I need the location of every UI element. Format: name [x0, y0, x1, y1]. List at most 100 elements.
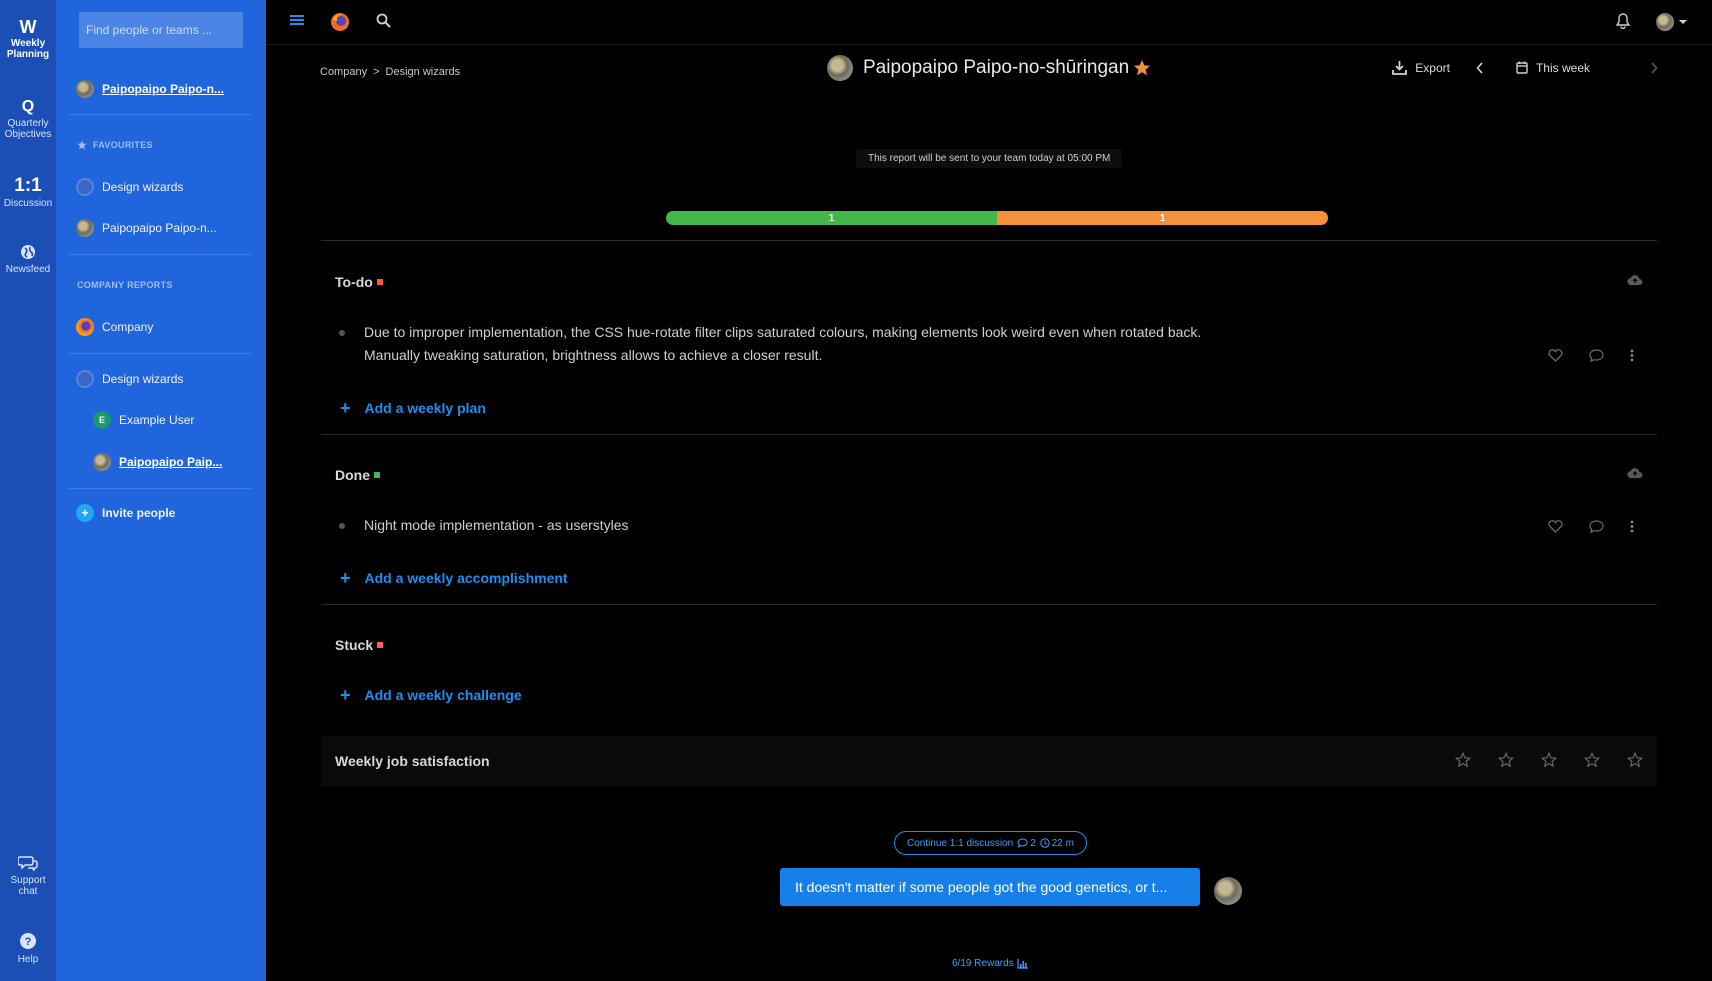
rail-support-chat[interactable]: Support chat	[0, 855, 56, 897]
rating-star-3-icon[interactable]	[1541, 752, 1557, 768]
add-weekly-plan-label: Add a weekly plan	[364, 400, 486, 416]
sidebar-favourite-user[interactable]: Paipopaipo Paipo-n...	[76, 216, 252, 240]
rating-star-2-icon[interactable]	[1498, 752, 1514, 768]
todo-item[interactable]: Due to improper implementation, the CSS …	[364, 321, 1201, 367]
more-options-icon[interactable]	[1630, 349, 1634, 362]
comment-icon[interactable]	[1589, 349, 1604, 362]
invite-label: Invite people	[102, 506, 176, 520]
like-heart-icon[interactable]	[1548, 349, 1563, 362]
todo-item-actions	[1548, 349, 1634, 362]
sidebar-item-label: Example User	[119, 413, 195, 427]
like-heart-icon[interactable]	[1548, 520, 1563, 533]
done-section-title: Done	[335, 467, 380, 483]
stuck-marker	[377, 642, 384, 648]
account-menu[interactable]	[1656, 13, 1688, 31]
bar-chart-icon	[1017, 958, 1028, 969]
sidebar-current-user[interactable]: Paipopaipo Paipo-n...	[76, 77, 252, 101]
weekly-planning-logo: W	[19, 17, 37, 37]
rail-quarterly-objectives[interactable]: Q Quarterly Objectives	[0, 96, 56, 140]
cloud-upload-icon[interactable]	[1627, 274, 1643, 286]
list-bullet	[339, 330, 345, 336]
stuck-section-title: Stuck	[335, 637, 384, 653]
more-options-icon[interactable]	[1630, 520, 1634, 533]
app-rail: W Weekly Planning Q Quarterly Objectives…	[0, 0, 56, 981]
comment-icon[interactable]	[1589, 520, 1604, 533]
company-reports-heading: COMPANY REPORTS	[77, 280, 173, 290]
svg-text:?: ?	[25, 936, 32, 948]
status-progress-bar: 1 1	[666, 211, 1328, 225]
search-icon[interactable]	[376, 13, 391, 33]
search-input[interactable]	[86, 23, 236, 37]
divider	[321, 604, 1657, 605]
previous-week-icon[interactable]	[1476, 61, 1484, 74]
discussion-icon: 1:1	[14, 175, 42, 196]
chat-bubbles-icon	[0, 855, 56, 871]
latest-message-bubble[interactable]: It doesn't matter if some people got the…	[780, 868, 1200, 906]
user-avatar	[93, 453, 111, 471]
rail-label-help: Help	[17, 954, 39, 965]
report-main: Company > Design wizards Paipopaipo Paip…	[266, 46, 1712, 981]
breadcrumb-separator: >	[373, 66, 380, 78]
invite-people-button[interactable]: + Invite people	[76, 501, 252, 525]
sidebar: Paipopaipo Paipo-n... FAVOURITES Design …	[56, 0, 266, 981]
notifications-bell-icon[interactable]	[1615, 13, 1631, 34]
add-weekly-plan-button[interactable]: + Add a weekly plan	[340, 399, 486, 417]
user-initial-avatar: E	[93, 411, 111, 429]
sidebar-member-current-user[interactable]: Paipopaipo Paip...	[93, 450, 253, 474]
rail-help[interactable]: ? Help	[0, 932, 56, 965]
add-weekly-accomplishment-label: Add a weekly accomplishment	[364, 570, 568, 586]
cloud-upload-icon[interactable]	[1627, 467, 1643, 479]
browser-logo-icon[interactable]	[330, 12, 350, 37]
export-label: Export	[1415, 60, 1450, 75]
people-search[interactable]	[79, 12, 243, 48]
week-selector[interactable]: This week	[1516, 61, 1590, 75]
sidebar-item-company[interactable]: Company	[76, 315, 252, 339]
add-weekly-challenge-button[interactable]: + Add a weekly challenge	[340, 686, 522, 704]
todo-section-title: To-do	[335, 274, 383, 290]
user-avatar	[76, 219, 94, 237]
rail-label-quarterly: Quarterly Objectives	[4, 118, 52, 140]
sidebar-item-design-wizards[interactable]: Design wizards	[76, 367, 252, 391]
done-item-actions	[1548, 520, 1634, 533]
add-weekly-accomplishment-button[interactable]: + Add a weekly accomplishment	[340, 569, 568, 587]
breadcrumb: Company > Design wizards	[320, 66, 460, 78]
add-weekly-challenge-label: Add a weekly challenge	[364, 687, 522, 703]
star-icon	[77, 140, 87, 150]
breadcrumb-team[interactable]: Design wizards	[386, 66, 461, 78]
done-item[interactable]: Night mode implementation - as userstyle…	[364, 514, 629, 537]
comment-count: 2	[1030, 837, 1036, 849]
team-globe-icon	[76, 178, 94, 196]
header-actions: Export This week	[1392, 60, 1658, 75]
hamburger-menu-icon[interactable]	[290, 13, 304, 32]
quarterly-icon: Q	[21, 98, 35, 115]
export-button[interactable]: Export	[1392, 60, 1450, 75]
rail-weekly-planning[interactable]: W Weekly Planning	[0, 16, 56, 60]
continue-discussion-button[interactable]: Continue 1:1 discussion 2 22 m	[894, 831, 1087, 855]
globe-icon	[0, 244, 56, 260]
breadcrumb-company[interactable]: Company	[320, 66, 367, 78]
rating-star-5-icon[interactable]	[1627, 752, 1643, 768]
progress-todo-segment: 1	[997, 211, 1328, 225]
rail-label-discussion: Discussion	[3, 198, 53, 209]
sidebar-item-label: Paipopaipo Paip...	[119, 455, 223, 469]
rail-discussion[interactable]: 1:1 Discussion	[0, 174, 56, 209]
sidebar-item-label: Paipopaipo Paipo-n...	[102, 221, 217, 235]
divider	[68, 254, 252, 255]
rating-star-1-icon[interactable]	[1455, 752, 1471, 768]
rewards-link[interactable]: 6/19 Rewards	[952, 958, 1028, 969]
todo-item-line-1: Due to improper implementation, the CSS …	[364, 324, 1202, 340]
sidebar-member-example-user[interactable]: E Example User	[93, 408, 253, 432]
user-avatar	[76, 80, 94, 98]
page-header: Paipopaipo Paipo-no-shūringan	[827, 55, 1151, 81]
next-week-icon[interactable]	[1650, 61, 1658, 74]
favourite-star-icon[interactable]	[1133, 59, 1151, 77]
rail-newsfeed[interactable]: Newsfeed	[0, 244, 56, 275]
divider	[68, 114, 252, 115]
todo-marker	[376, 279, 383, 285]
rail-label-weekly-planning: Weekly Planning	[6, 38, 50, 60]
divider	[321, 434, 1657, 435]
rating-star-4-icon[interactable]	[1584, 752, 1600, 768]
help-icon: ?	[0, 932, 56, 950]
sidebar-item-label: Design wizards	[102, 372, 184, 386]
sidebar-favourite-design-wizards[interactable]: Design wizards	[76, 175, 252, 199]
